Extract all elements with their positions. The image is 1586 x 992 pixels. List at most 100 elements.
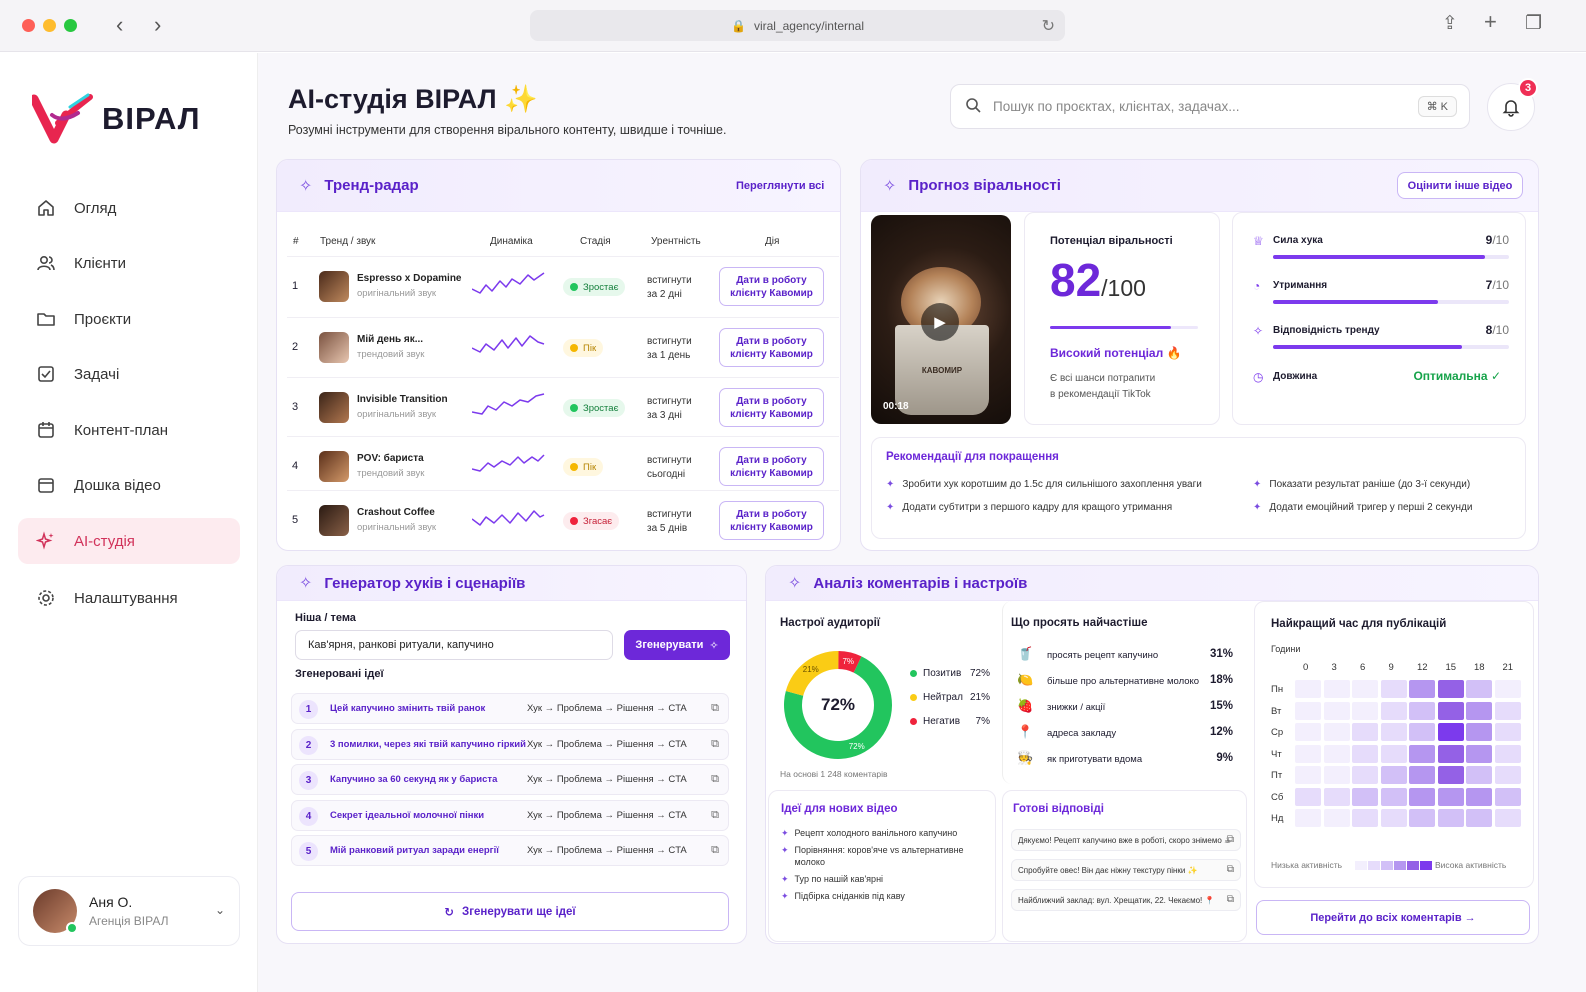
play-button[interactable]: ▶ (921, 303, 959, 341)
verdict-note-1: Є всі шанси потрапити (1050, 373, 1156, 384)
copy-icon[interactable]: ⧉ (711, 738, 719, 751)
row-number: 1 (292, 280, 299, 292)
generate-button[interactable]: Згенерувати ✧ (624, 630, 730, 660)
request-percent: 18% (1209, 674, 1233, 686)
verdict: Високий потенціал 🔥 (1050, 346, 1182, 360)
sidebar-item-settings[interactable]: Налаштування (18, 575, 240, 621)
idea-item[interactable]: 5 Мій ранковий ритуал заради енергії Хук… (291, 835, 729, 866)
close-window-button[interactable] (22, 19, 35, 32)
copy-icon[interactable]: ⧉ (1227, 864, 1234, 875)
copy-icon[interactable]: ⧉ (711, 844, 719, 857)
assign-to-client-button[interactable]: Дати в роботу клієнту Кавомир (719, 388, 824, 427)
day-label: Нд (1271, 813, 1284, 824)
audience-mood-box: Настрої аудиторії 72% 21% 7% 72% Позитив 72… (768, 601, 996, 784)
sidebar-item-clients[interactable]: Клієнти (18, 240, 240, 286)
user-org: Агенція ВІРАЛ (89, 914, 169, 928)
ready-reply[interactable]: Найближчий заклад: вул. Хрещатик, 22. Че… (1011, 889, 1241, 911)
main-content: AI-студія ВІРАЛ ✨ Розумні інструменти дл… (258, 53, 1586, 992)
user-menu[interactable]: Аня О. Агенція ВІРАЛ ⌄ (18, 876, 240, 946)
column-header: Дія (765, 236, 780, 247)
brand-logo[interactable]: ВІРАЛ (32, 93, 200, 145)
reload-icon[interactable]: ↻ (1042, 16, 1055, 36)
card-header: ✧ Генератор хуків і сценаріїв (277, 566, 746, 601)
video-preview[interactable]: КАВОМИР ▶ 00:18 (871, 215, 1011, 424)
ready-reply[interactable]: Спробуйте овес! Він дає ніжну текстуру п… (1011, 859, 1241, 881)
metric-value: 8/10 (1485, 323, 1509, 337)
copy-icon[interactable]: ⧉ (1227, 834, 1234, 845)
request-percent: 9% (1216, 752, 1233, 764)
assign-to-client-button[interactable]: Дати в роботу клієнту Кавомир (719, 447, 824, 486)
metric-value: Оптимальна ✓ (1413, 369, 1501, 383)
evaluate-other-video-button[interactable]: Оцінити інше відео (1397, 172, 1523, 199)
trend-thumbnail (319, 451, 349, 482)
sparkle-icon: ✧ (1253, 324, 1264, 338)
copy-icon[interactable]: ⧉ (711, 809, 719, 822)
column-header: # (293, 236, 299, 247)
hour-tick: 9 (1388, 662, 1394, 673)
trend-sound: оригінальний звук (357, 409, 437, 420)
tabs-overview-icon[interactable]: ❐ (1525, 12, 1542, 35)
hour-tick: 15 (1445, 662, 1457, 673)
idea-item[interactable]: 3 Капучино за 60 секунд як у бариста Хук… (291, 764, 729, 795)
assign-to-client-button[interactable]: Дати в роботу клієнту Кавомир (719, 501, 824, 540)
idea-number: 5 (299, 842, 318, 861)
heatmap-cell (1409, 701, 1435, 720)
search-placeholder: Пошук по проєктах, клієнтах, задачах... (993, 99, 1240, 114)
sidebar-item-label: Дошка відео (74, 476, 161, 494)
heatmap-cell (1380, 766, 1407, 784)
ready-reply[interactable]: Дякуємо! Рецепт капучино вже в роботі, с… (1011, 829, 1241, 851)
assign-to-client-button[interactable]: Дати в роботу клієнту Кавомир (719, 328, 824, 367)
bell-icon (1502, 100, 1520, 117)
sidebar-item-video-board[interactable]: Дошка відео (18, 462, 240, 508)
idea-number: 2 (299, 735, 318, 755)
copy-icon[interactable]: ⧉ (711, 702, 719, 715)
idea-text: Секрет ідеальної молочної пінки (330, 809, 485, 821)
search-input[interactable]: Пошук по проєктах, клієнтах, задачах... … (950, 84, 1470, 129)
search-icon (965, 97, 981, 116)
assign-to-client-button[interactable]: Дати в роботу клієнту Кавомир (719, 267, 824, 306)
verdict-note-2: в рекомендації TikTok (1050, 389, 1151, 400)
forward-icon[interactable]: › (154, 13, 161, 37)
trend-thumbnail (319, 271, 349, 302)
back-icon[interactable]: ‹ (116, 13, 123, 37)
gear-icon (36, 588, 56, 608)
view-all-link[interactable]: Переглянути всі (736, 180, 824, 192)
sidebar-item-projects[interactable]: Проєкти (18, 296, 240, 342)
recommendation-item: ✦ Показати результат раніше (до 3-ї секун… (1253, 479, 1471, 490)
share-icon[interactable]: ⇪ (1442, 12, 1458, 35)
maximize-window-button[interactable] (64, 19, 77, 32)
sidebar-item-label: Налаштування (74, 589, 178, 607)
address-bar[interactable]: 🔒 viral_agency/internal ↻ (530, 10, 1065, 41)
sidebar-item-ai-studio[interactable]: AI-студія (18, 518, 240, 564)
recommendation-item: ✦ Зробити хук коротшим до 1.5с для сильні… (886, 479, 1202, 490)
sidebar-item-content-plan[interactable]: Контент-план (18, 407, 240, 453)
idea-item[interactable]: 2 3 помилки, через які твій капучино гір… (291, 728, 729, 760)
table-row: 3 Invisible Transition оригінальний звук… (287, 377, 839, 436)
generate-more-button[interactable]: ↻ Згенерувати ще ідеї (291, 892, 729, 931)
idea-text: 3 помилки, через які твій капучино гірки… (330, 738, 526, 750)
copy-icon[interactable]: ⧉ (1227, 894, 1234, 905)
online-status-dot (66, 922, 78, 934)
chevron-down-icon[interactable]: ⌄ (215, 903, 225, 917)
sidebar-item-tasks[interactable]: Задачі (18, 351, 240, 397)
donut-slice-label: 72% (849, 742, 865, 751)
idea-item[interactable]: 4 Секрет ідеальної молочної пінки Хук → … (291, 799, 729, 831)
recommendations-box: Рекомендації для покращення ✦ Зробити хук… (871, 437, 1526, 539)
heatmap-scale-step (1368, 861, 1380, 870)
idea-item[interactable]: 1 Цей капучино змінить твій ранок Хук → … (291, 693, 729, 724)
request-text: просять рецепт капучино (1047, 650, 1159, 661)
sidebar-item-overview[interactable]: Огляд (18, 185, 240, 231)
heatmap-cell (1494, 723, 1521, 741)
minimize-window-button[interactable] (43, 19, 56, 32)
heatmap-cell (1466, 809, 1492, 827)
new-tab-icon[interactable]: + (1484, 9, 1497, 35)
card-header: ✧ Аналіз коментарів і настроїв (766, 566, 1538, 601)
trend-thumbnail (319, 392, 349, 423)
day-label: Пн (1271, 684, 1284, 695)
copy-icon[interactable]: ⧉ (711, 773, 719, 786)
idea-structure: Хук → Проблема → Рішення → CTA (527, 809, 687, 821)
notifications-button[interactable]: 3 (1487, 78, 1538, 131)
donut-slice-label: 7% (842, 657, 854, 666)
all-comments-button[interactable]: Перейти до всіх коментарів → (1256, 900, 1530, 935)
niche-input[interactable]: Кав'ярня, ранкові ритуали, капучино (295, 630, 613, 660)
